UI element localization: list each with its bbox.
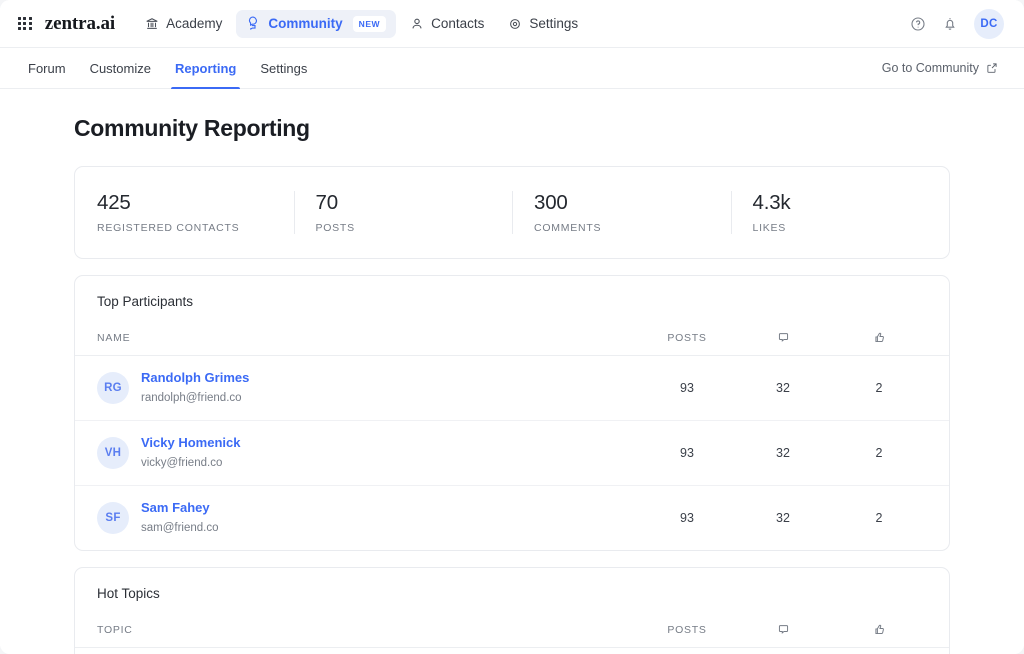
- stat-likes: 4.3k LIKES: [730, 189, 950, 236]
- avatar: VH: [97, 437, 129, 469]
- nav-item-settings[interactable]: Settings: [498, 10, 588, 37]
- tab-customize[interactable]: Customize: [78, 48, 163, 88]
- brand-logo[interactable]: zentra.ai: [45, 13, 115, 35]
- cell-likes: 2: [875, 381, 883, 395]
- participant-cell: SF Sam Fahey sam@friend.co: [97, 500, 639, 536]
- avatar: SF: [97, 502, 129, 534]
- thumbs-up-icon: [873, 331, 886, 344]
- table-row[interactable]: RG Randolph Grimes randolph@friend.co 93…: [75, 356, 949, 421]
- go-to-community-link[interactable]: Go to Community: [882, 48, 1008, 88]
- user-avatar[interactable]: DC: [974, 8, 1004, 39]
- stat-value: 70: [315, 191, 339, 214]
- page-title: Community Reporting: [74, 115, 310, 141]
- stat-value: 425: [97, 191, 131, 214]
- top-participants-card: Top Participants NAME POSTS RG Randolph …: [74, 275, 950, 551]
- stat-value: 300: [534, 191, 568, 214]
- nav-label-academy: Academy: [166, 16, 223, 31]
- stat-registered-contacts: 425 REGISTERED CONTACTS: [75, 189, 294, 236]
- cell-comments: 32: [776, 381, 790, 395]
- participant-email: vicky@friend.co: [141, 457, 223, 469]
- help-circle-icon[interactable]: [910, 16, 926, 32]
- participant-email: sam@friend.co: [141, 522, 219, 534]
- stat-value: 4.3k: [752, 191, 791, 214]
- table-row[interactable]: Ask a Question 93 32 2: [75, 648, 949, 654]
- header-actions: DC: [910, 8, 1008, 39]
- column-header-likes: [831, 623, 927, 636]
- stat-label: POSTS: [315, 222, 355, 234]
- column-header-name: NAME: [97, 331, 131, 344]
- cell-likes: 2: [875, 446, 883, 460]
- stat-label: COMMENTS: [534, 222, 602, 234]
- cell-comments: 32: [776, 511, 790, 525]
- stat-posts: 70 POSTS: [293, 189, 513, 236]
- table-row[interactable]: VH Vicky Homenick vicky@friend.co 93 32 …: [75, 421, 949, 486]
- hot-topics-card: Hot Topics TOPIC POSTS: [74, 567, 950, 654]
- stats-card: 425 REGISTERED CONTACTS 70 POSTS 300 COM…: [74, 166, 950, 259]
- table-row[interactable]: SF Sam Fahey sam@friend.co 93 32 2: [75, 486, 949, 550]
- comment-bubble-icon: [777, 331, 790, 344]
- new-badge: NEW: [352, 15, 387, 32]
- nav-label-community: Community: [268, 16, 343, 31]
- column-header-posts: POSTS: [667, 623, 707, 636]
- participant-name-link[interactable]: Randolph Grimes: [141, 370, 249, 385]
- academy-bank-icon: [145, 17, 159, 31]
- nav-item-contacts[interactable]: Contacts: [400, 10, 494, 37]
- external-link-icon: [986, 62, 998, 74]
- cell-posts: 93: [680, 446, 694, 460]
- top-participants-title: Top Participants: [97, 294, 194, 309]
- tab-forum[interactable]: Forum: [16, 48, 78, 88]
- participant-cell: RG Randolph Grimes randolph@friend.co: [97, 370, 639, 406]
- cell-posts: 93: [680, 381, 694, 395]
- participant-name-link[interactable]: Vicky Homenick: [141, 435, 240, 450]
- stat-label: REGISTERED CONTACTS: [97, 222, 240, 234]
- top-participants-header: NAME POSTS: [75, 309, 949, 356]
- column-header-posts: POSTS: [667, 331, 707, 344]
- cell-comments: 32: [776, 446, 790, 460]
- tab-settings[interactable]: Settings: [248, 48, 319, 88]
- column-header-likes: [831, 331, 927, 344]
- hot-topics-title: Hot Topics: [97, 586, 160, 601]
- tab-reporting[interactable]: Reporting: [163, 48, 248, 89]
- avatar: RG: [97, 372, 129, 404]
- cell-posts: 93: [680, 511, 694, 525]
- nav-label-contacts: Contacts: [431, 16, 485, 31]
- stat-comments: 300 COMMENTS: [512, 189, 731, 236]
- nav-item-community[interactable]: Community NEW: [236, 9, 397, 38]
- participant-info: Randolph Grimes randolph@friend.co: [141, 370, 249, 406]
- stats-row: 425 REGISTERED CONTACTS 70 POSTS 300 COM…: [75, 167, 949, 258]
- page-content: Community Reporting 425 REGISTERED CONTA…: [0, 89, 1024, 654]
- global-header: zentra.ai Academy Community NEW Contacts…: [0, 0, 1024, 48]
- comment-bubble-icon: [777, 623, 790, 636]
- participant-email: randolph@friend.co: [141, 392, 242, 404]
- contacts-person-icon: [410, 17, 424, 31]
- cell-likes: 2: [875, 511, 883, 525]
- column-header-comments: [735, 623, 831, 636]
- app-window: zentra.ai Academy Community NEW Contacts…: [0, 0, 1024, 654]
- nav-item-academy[interactable]: Academy: [135, 10, 232, 37]
- community-chat-icon: [246, 16, 261, 31]
- participant-info: Vicky Homenick vicky@friend.co: [141, 435, 240, 471]
- participant-cell: VH Vicky Homenick vicky@friend.co: [97, 435, 639, 471]
- settings-gear-icon: [508, 17, 522, 31]
- column-header-topic: TOPIC: [97, 623, 133, 636]
- apps-grid-icon[interactable]: [18, 16, 32, 31]
- go-to-community-label: Go to Community: [881, 61, 979, 75]
- participant-name-link[interactable]: Sam Fahey: [141, 500, 219, 515]
- participant-info: Sam Fahey sam@friend.co: [141, 500, 219, 536]
- hot-topics-header: TOPIC POSTS: [75, 601, 949, 648]
- column-header-comments: [735, 331, 831, 344]
- thumbs-up-icon: [873, 623, 886, 636]
- nav-label-settings: Settings: [529, 16, 579, 31]
- stat-label: LIKES: [752, 222, 787, 234]
- notification-bell-icon[interactable]: [942, 16, 958, 32]
- section-tabs: Forum Customize Reporting Settings Go to…: [0, 48, 1024, 89]
